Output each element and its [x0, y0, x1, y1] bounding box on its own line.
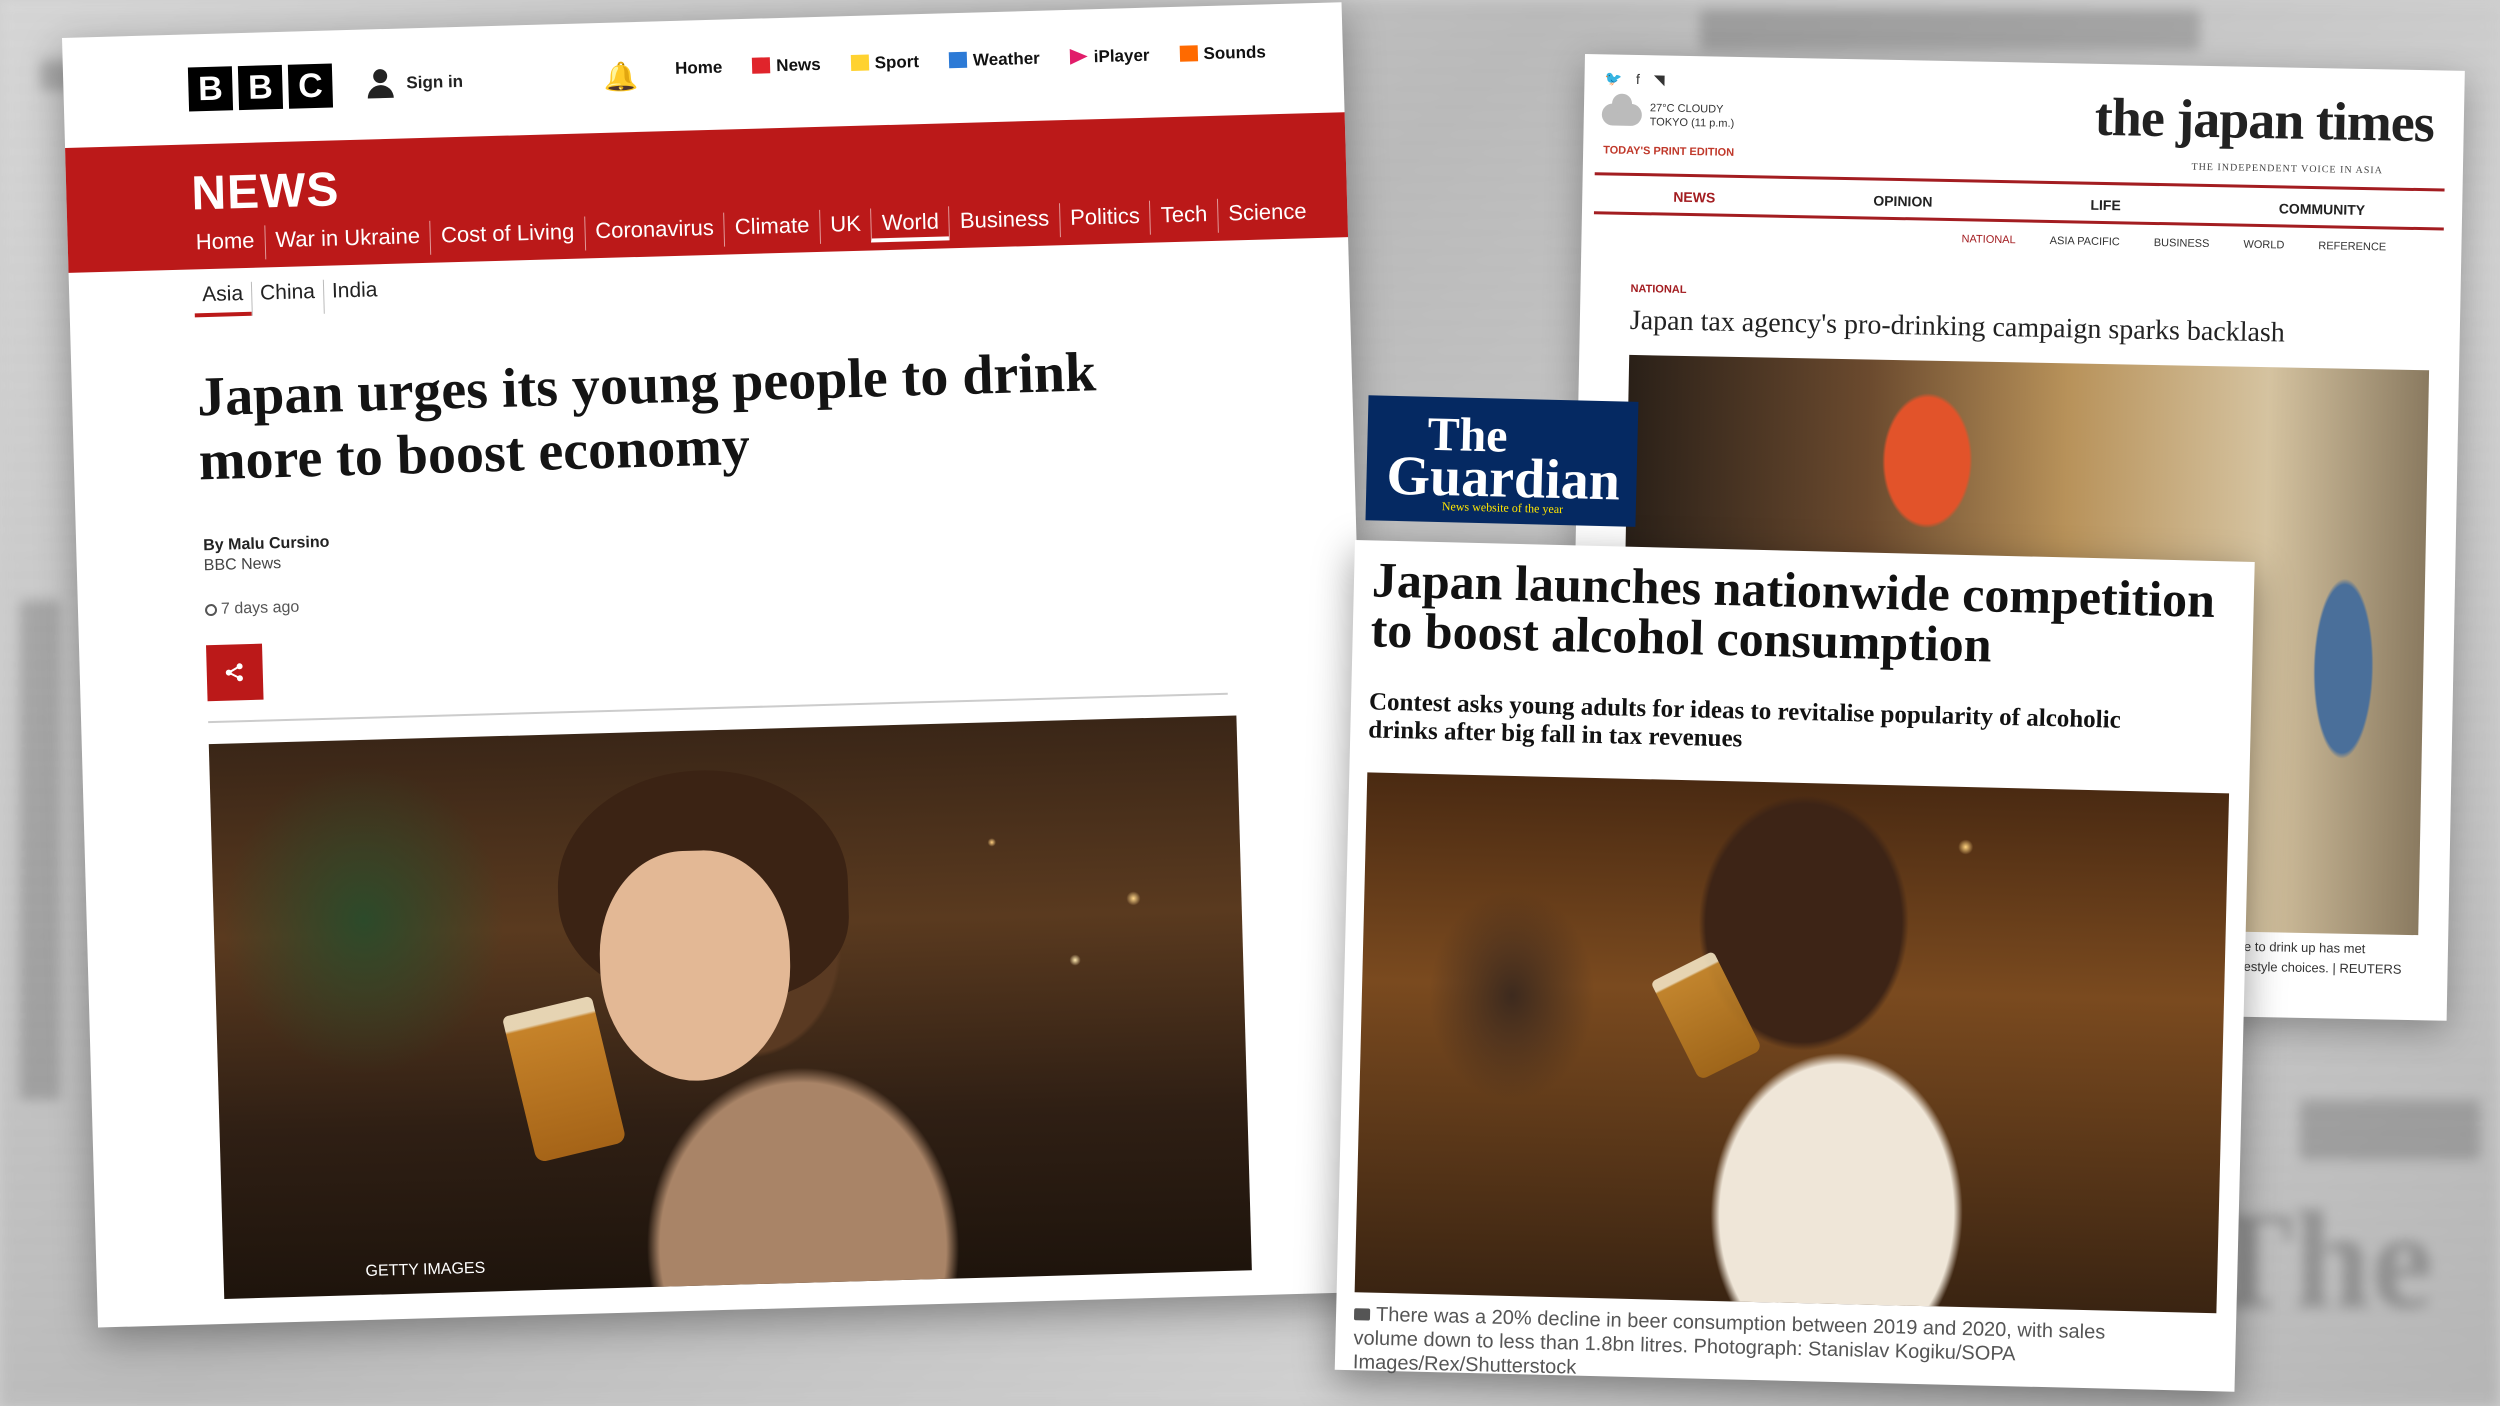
- guardian-headline: Japan launches nationwide competition to…: [1370, 551, 2216, 673]
- share-icon: [225, 663, 243, 682]
- japan-times-logo[interactable]: the japan times: [2094, 86, 2434, 154]
- nav-item-war-in-ukraine[interactable]: War in Ukraine: [263, 220, 431, 260]
- nav-item-world[interactable]: World: [870, 206, 950, 243]
- sign-in-label: Sign in: [406, 71, 464, 93]
- nav-item-science[interactable]: Science: [1216, 196, 1318, 233]
- jt-main-nav: NEWS OPINION LIFE COMMUNITY: [1593, 172, 2445, 231]
- jt-subnav-business[interactable]: BUSINESS: [2154, 237, 2210, 250]
- facebook-icon[interactable]: f: [1636, 71, 1640, 88]
- topnav-label: iPlayer: [1093, 45, 1150, 67]
- social-links: 🐦 f ◥: [1604, 70, 1664, 88]
- twitter-icon[interactable]: 🐦: [1604, 70, 1622, 87]
- rss-icon[interactable]: ◥: [1654, 71, 1665, 88]
- japan-times-tagline: THE INDEPENDENT VOICE IN ASIA: [2191, 161, 2384, 177]
- jt-photo-caption: e to drink up has met estyle choices. | …: [2243, 937, 2402, 980]
- nav-item-home[interactable]: Home: [195, 225, 265, 261]
- article-photo: GETTY IMAGES: [208, 715, 1252, 1299]
- jt-nav-life[interactable]: LIFE: [2090, 197, 2121, 214]
- topnav-label: Weather: [972, 48, 1041, 70]
- jt-section-label[interactable]: NATIONAL: [1630, 283, 1686, 296]
- clock-icon: [204, 603, 218, 617]
- bbc-section-nav: Home War in Ukraine Cost of Living Coron…: [195, 196, 1318, 261]
- weather-location: TOKYO (11 p.m.): [1649, 116, 1735, 130]
- jt-subnav-world[interactable]: WORLD: [2243, 239, 2284, 252]
- topnav-label: Home: [674, 57, 723, 78]
- weather-widget: 27°C CLOUDY TOKYO (11 p.m.): [1601, 100, 1735, 131]
- subnav-india[interactable]: India: [322, 278, 387, 314]
- jt-nav-opinion[interactable]: OPINION: [1873, 193, 1932, 210]
- sport-icon: [850, 54, 869, 71]
- subnav-asia[interactable]: Asia: [193, 281, 252, 318]
- topnav-label: Sounds: [1203, 42, 1267, 64]
- cloud-icon: [1601, 103, 1643, 127]
- sign-in-button[interactable]: Sign in: [366, 67, 463, 100]
- bbc-logo-letter: C: [287, 63, 334, 109]
- nav-item-cost-of-living[interactable]: Cost of Living: [429, 216, 585, 255]
- bbc-logo-letter: B: [187, 66, 234, 112]
- photo-beer-glass: [501, 995, 627, 1164]
- topnav-iplayer[interactable]: iPlayer: [1069, 45, 1150, 68]
- logo-tagline: News website of the year: [1441, 499, 1564, 517]
- topnav-news[interactable]: News: [752, 55, 821, 77]
- timestamp-text: 7 days ago: [220, 598, 300, 618]
- jt-subnav-reference[interactable]: REFERENCE: [2318, 240, 2386, 253]
- subnav-china[interactable]: China: [250, 279, 324, 316]
- print-edition-link[interactable]: TODAY'S PRINT EDITION: [1603, 144, 1734, 159]
- camera-icon: [1353, 1308, 1371, 1321]
- topnav-sounds[interactable]: Sounds: [1179, 42, 1266, 64]
- topnav-home[interactable]: Home: [675, 58, 723, 79]
- article-headline: Japan urges its young people to drink mo…: [196, 341, 1097, 493]
- guardian-logo[interactable]: The Guardian News website of the year: [1365, 395, 1639, 527]
- topnav-label: Sport: [874, 52, 920, 73]
- jt-sub-nav: NATIONAL ASIA PACIFIC BUSINESS WORLD REF…: [1961, 233, 2386, 253]
- nav-item-climate[interactable]: Climate: [723, 209, 820, 247]
- caption-text: There was a 20% decline in beer consumpt…: [1352, 1303, 2106, 1379]
- guardian-photo: [1354, 772, 2230, 1314]
- topnav-label: News: [776, 54, 821, 76]
- iplayer-icon: [1070, 48, 1088, 64]
- person-icon: [366, 69, 395, 100]
- bbc-logo[interactable]: B B C: [187, 63, 334, 112]
- jt-subnav-national[interactable]: NATIONAL: [1961, 233, 2015, 246]
- divider: [208, 692, 1228, 724]
- section-title[interactable]: NEWS: [191, 162, 340, 221]
- jt-headline: Japan tax agency's pro-drinking campaign…: [1629, 304, 2286, 349]
- jt-nav-news[interactable]: NEWS: [1673, 189, 1715, 206]
- bbc-top-nav: Home News Sport Weather iPlayer Sounds: [675, 42, 1266, 78]
- news-icon: [752, 57, 771, 74]
- nav-item-business[interactable]: Business: [948, 203, 1060, 241]
- sounds-icon: [1179, 45, 1198, 62]
- weather-icon: [948, 51, 968, 69]
- bbc-logo-letter: B: [237, 64, 284, 111]
- caption-line: estyle choices. | REUTERS: [2243, 958, 2402, 977]
- nav-item-politics[interactable]: Politics: [1058, 200, 1151, 238]
- photo-woman-face: [596, 848, 794, 1084]
- guardian-standfirst: Contest asks young adults for ideas to r…: [1368, 688, 2122, 753]
- bbc-article-card: B B C Sign in 🔔 Home News Sport Weather …: [62, 2, 1378, 1328]
- jt-subnav-asia-pacific[interactable]: ASIA PACIFIC: [2050, 235, 2120, 248]
- photo-beer-glass: [1650, 950, 1763, 1081]
- topnav-sport[interactable]: Sport: [850, 52, 919, 74]
- topnav-weather[interactable]: Weather: [948, 48, 1041, 72]
- guardian-article-card: The Guardian News website of the year Ja…: [1334, 395, 2255, 1392]
- jt-nav-community[interactable]: COMMUNITY: [2279, 200, 2366, 218]
- timestamp: 7 days ago: [204, 569, 1358, 619]
- photo-credit: GETTY IMAGES: [365, 1259, 486, 1281]
- nav-item-tech[interactable]: Tech: [1149, 198, 1218, 235]
- nav-item-coronavirus[interactable]: Coronavirus: [583, 212, 725, 251]
- bell-icon[interactable]: 🔔: [603, 60, 639, 94]
- nav-item-uk[interactable]: UK: [818, 208, 872, 244]
- share-button[interactable]: [206, 643, 264, 702]
